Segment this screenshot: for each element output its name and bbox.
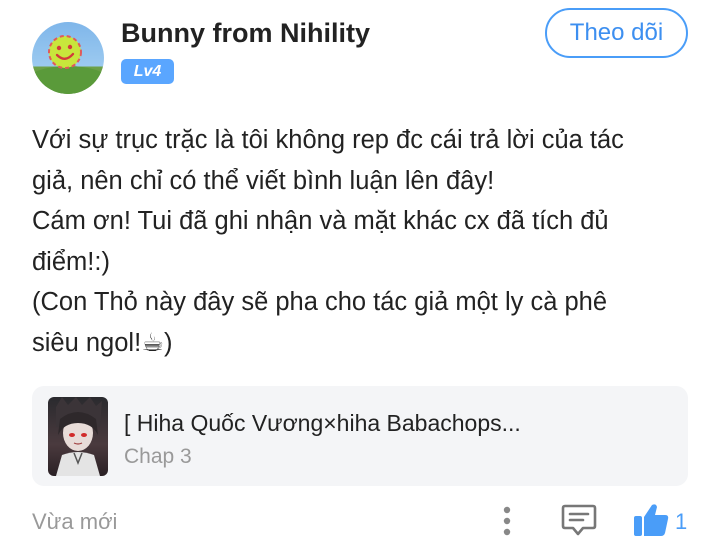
username[interactable]: Bunny from Nihility [121,18,370,49]
comment-icon[interactable] [561,503,597,537]
thumbs-up-icon[interactable] [632,502,670,538]
story-thumbnail [48,397,108,476]
comment-body: Với sự trục trặc là tôi không rep đc cái… [32,120,692,364]
story-link-card[interactable]: [ Hiha Quốc Vương×hiha Babachops... Chap… [32,386,688,486]
more-vertical-icon[interactable] [497,505,517,537]
avatar[interactable] [32,22,104,94]
comment-line: Với sự trục trặc là tôi không rep đc cái… [32,126,624,154]
comment-line: (Con Thỏ này đây sẽ pha cho tác giả một … [32,288,608,317]
level-badge: Lv4 [121,59,174,84]
follow-button[interactable]: Theo dõi [545,8,688,58]
comment-line: điểm!:) [32,247,110,276]
comment-timestamp: Vừa mới [32,509,118,534]
comment-line: siêu ngol!☕) [32,328,173,357]
comment-line: Cám ơn! Tui đã ghi nhận và mặt khác cx đ… [32,207,609,236]
smiley-avatar-icon [32,35,104,94]
story-chapter: Chap 3 [124,445,192,468]
story-title: [ Hiha Quốc Vương×hiha Babachops... [124,410,521,436]
like-count: 1 [675,509,688,534]
comment-line: giả, nên chỉ có thể viết bình luận lên đ… [32,166,495,195]
